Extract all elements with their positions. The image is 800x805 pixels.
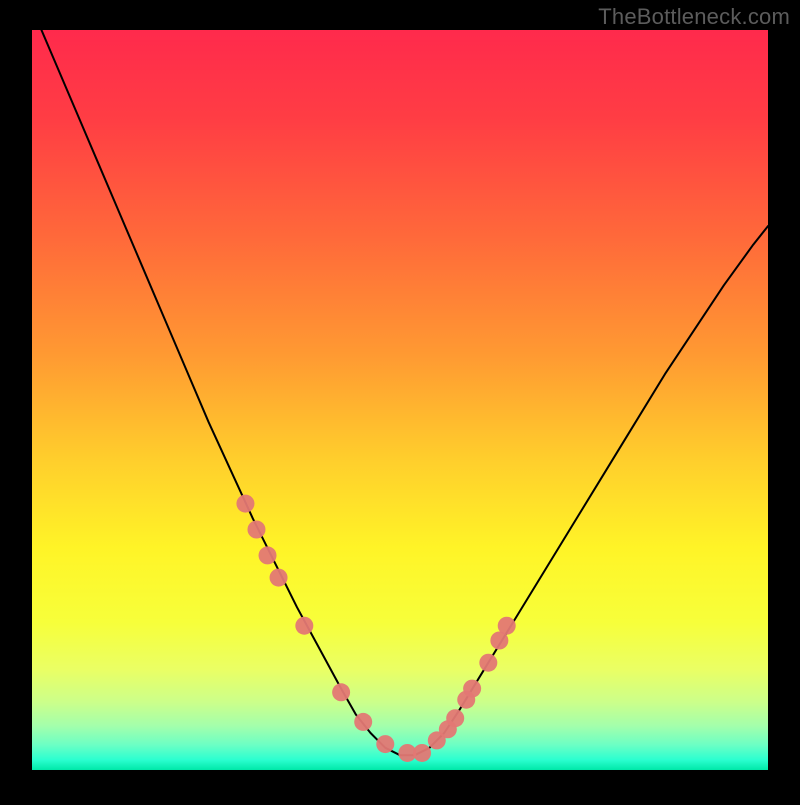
curve-marker-dot [259, 546, 277, 564]
chart-svg [0, 0, 800, 800]
curve-marker-dot [236, 495, 254, 513]
curve-marker-dot [295, 617, 313, 635]
curve-marker-dot [354, 713, 372, 731]
curve-marker-dot [413, 744, 431, 762]
curve-marker-dot [332, 683, 350, 701]
curve-marker-dot [376, 735, 394, 753]
curve-marker-dot [463, 680, 481, 698]
curve-marker-dot [270, 569, 288, 587]
chart-background [32, 30, 768, 770]
watermark-text: TheBottleneck.com [598, 4, 790, 30]
chart-frame [0, 0, 800, 800]
curve-marker-dot [498, 617, 516, 635]
curve-marker-dot [247, 521, 265, 539]
curve-marker-dot [446, 709, 464, 727]
curve-marker-dot [479, 654, 497, 672]
